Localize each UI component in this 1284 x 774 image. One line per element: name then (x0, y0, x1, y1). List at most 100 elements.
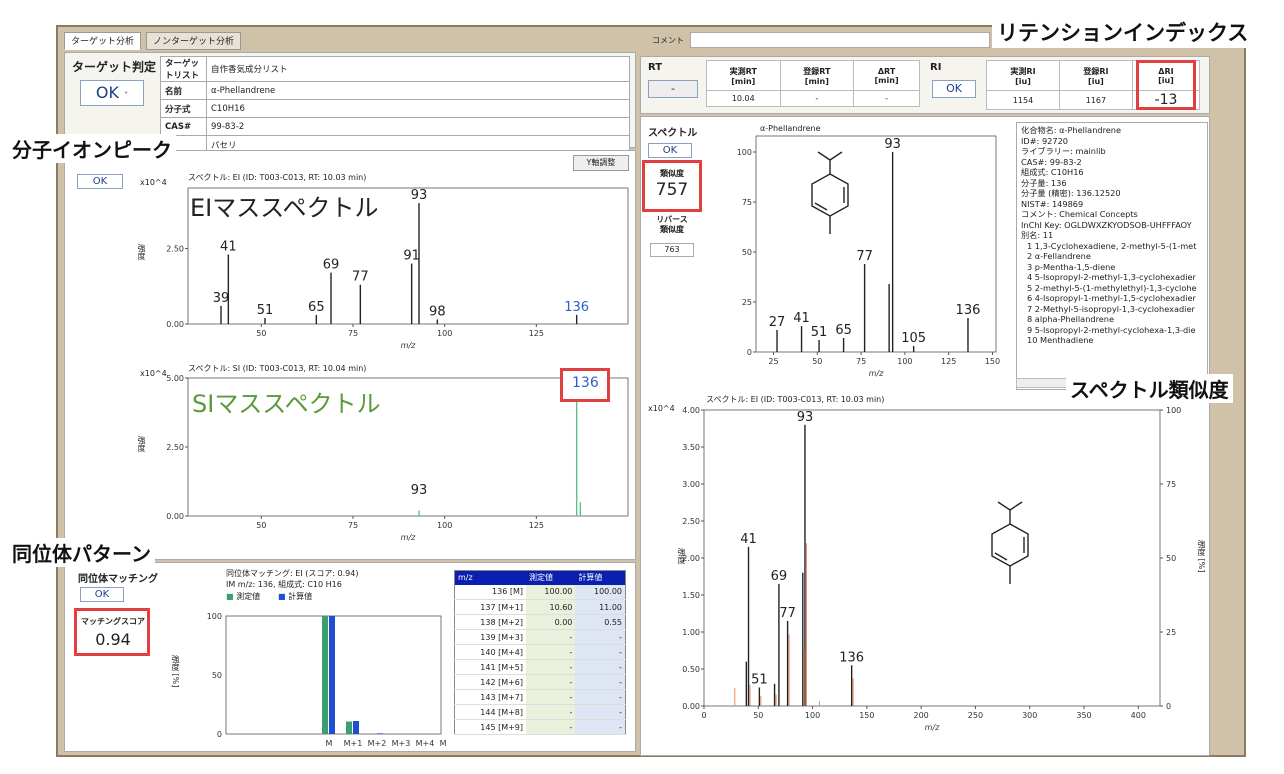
isotope-table-header: m/z 測定値 計算値 (454, 570, 626, 585)
comparison-spectrum-chart: 4.003.503.002.502.001.501.000.500.000 50 1… (682, 406, 1181, 732)
peak-label: 65 (835, 323, 852, 338)
isotope-cell: - (575, 659, 626, 675)
x-tick-label: 75 (348, 329, 358, 338)
tab-nontarget[interactable]: ノンターゲット分析 (146, 32, 242, 50)
list-item: 10 Menthadiene (1027, 335, 1094, 345)
isotope-cell: 138 [M+2] (454, 614, 527, 630)
x-tick-label: 300 (1022, 711, 1037, 720)
spectrum-ok-button[interactable]: OK (648, 143, 692, 158)
isotope-cell: - (526, 629, 576, 645)
peak-label: 93 (797, 410, 814, 425)
isotope-cell: - (575, 674, 626, 690)
list-item: ライブラリー: mainlib (1021, 146, 1106, 156)
target-judgement-select[interactable]: OK ˅ (80, 80, 144, 106)
y-tick-label: 5.00 (166, 374, 184, 383)
y2-tick-label: 25 (1166, 628, 1176, 637)
isotope-cell: - (526, 674, 576, 690)
library-info-panel[interactable]: 化合物名: α-Phellandrene ID#: 92720 ライブラリー: ma… (1016, 122, 1208, 390)
isotope-cell: 11.00 (575, 599, 626, 615)
isotope-cell: 142 [M+6] (454, 674, 527, 690)
y-tick-label: 2.50 (166, 443, 184, 452)
molecular-ion-ok-button[interactable]: OK (77, 174, 123, 189)
callout-retention-index: リテンションインデックス (992, 16, 1254, 48)
comment-input[interactable] (690, 32, 990, 48)
matching-score-label: マッチングスコア (81, 617, 145, 626)
y-tick-label: 25 (742, 298, 752, 307)
peak-label: 136 (956, 303, 981, 318)
comment-label: コメント (652, 36, 684, 45)
table-row: CAS# 99-83-2 (160, 117, 630, 136)
isotope-cell: 100.00 (526, 584, 576, 600)
isotope-ok-button[interactable]: OK (80, 587, 124, 602)
peak-label: 93 (884, 137, 901, 152)
spectrum-panel-title: スペクトル (648, 128, 698, 139)
x-tick-label: 75 (348, 521, 358, 530)
table-row: 141 [M+5] - - (454, 659, 626, 675)
x-tick-label: 150 (859, 711, 874, 720)
peak-label: 136 (564, 300, 589, 315)
list-item: 別名: 11 (1021, 230, 1054, 240)
list-item: 1 1,3-Cyclohexadiene, 2-methyl-5-(1-met (1027, 240, 1197, 251)
list-item: 9 5-Isopropyl-2-methyl-cyclohexa-1,3-die (1027, 324, 1196, 335)
isotope-cell: 0.00 (526, 614, 576, 630)
table-row: 137 [M+1] 10.60 11.00 (454, 599, 626, 615)
list-item: 2 α-Fellandrene (1027, 251, 1091, 261)
isotope-cell: 0.55 (575, 614, 626, 630)
table-row: 138 [M+2] 0.00 0.55 (454, 614, 626, 630)
plot-area (703, 409, 1161, 707)
y-tick-label: 3.00 (682, 480, 700, 489)
molecule-structure-icon-2 (991, 501, 1029, 584)
compound-info-table: ターゲットリスト 自作香気成分リスト 名前 α-Phellandrene 分子式 C1… (160, 56, 630, 154)
callout-spectrum-similarity: スペクトル類似度 (1066, 374, 1233, 403)
ei-ylabel: 強度 (137, 244, 146, 260)
y-tick-label: 0.00 (682, 702, 700, 711)
peak-label: 51 (811, 325, 828, 340)
peak-label: 65 (308, 300, 325, 315)
peak-label: 105 (901, 331, 926, 346)
y-tick-label: 2.50 (166, 244, 184, 253)
x-tick-label: M+5 (440, 739, 446, 748)
x-tick-label: 50 (812, 357, 822, 366)
y-tick-label: 1.00 (682, 628, 700, 637)
matching-score-value: 0.94 (95, 630, 131, 649)
x-tick-label: 100 (437, 329, 452, 338)
rt-button[interactable]: - (648, 80, 698, 98)
x-axis-label: m/z (869, 369, 884, 378)
y-axis-adjust-button[interactable]: Y軸調整 (573, 155, 629, 171)
ri-ok-button[interactable]: OK (932, 80, 976, 98)
peak-label: 69 (771, 569, 788, 584)
list-item: 6 4-Isopropyl-1-methyl-1,5-cyclohexadier (1027, 293, 1196, 303)
y-tick-label: 0.00 (166, 320, 184, 329)
x-tick-label: 75 (856, 357, 866, 366)
list-item: 4 5-Isopropyl-2-methyl-1,3-cyclohexadier (1027, 272, 1196, 282)
x-tick-label: 50 (256, 521, 266, 530)
y-tick-label: 0 (217, 730, 222, 739)
list-item: 組成式: C10H16 (1021, 167, 1084, 177)
cmp-ylabel-right: 強度 [%] (1197, 540, 1206, 573)
table-row: 140 [M+4] - - (454, 644, 626, 660)
tab-target[interactable]: ターゲット分析 (64, 32, 142, 50)
x-tick-label: 350 (1076, 711, 1091, 720)
peak-label: 51 (257, 303, 274, 318)
isotope-cell: - (526, 689, 576, 705)
x-tick-label: M+3 (392, 739, 411, 748)
table-row: 144 [M+8] - - (454, 704, 626, 720)
peak-label: 77 (779, 606, 796, 621)
table-row: 136 [M] 100.00 100.00 (454, 584, 626, 600)
isotope-cell: - (575, 704, 626, 720)
isotope-table: m/z 測定値 計算値 136 [M] 100.00 100.00 137 [M+1] 10… (454, 570, 626, 735)
isotope-cell: - (526, 719, 576, 735)
peak-label: 98 (429, 304, 446, 319)
peak-label: 27 (769, 315, 786, 330)
bar-calculated (329, 616, 335, 734)
x-tick-label: 100 (437, 521, 452, 530)
y-tick-label: 2.50 (682, 517, 700, 526)
isotope-cell: 144 [M+8] (454, 704, 527, 720)
x-tick-label: 0 (701, 711, 706, 720)
table-row: 143 [M+7] - - (454, 689, 626, 705)
peak-label: 39 (213, 291, 230, 306)
peak-label: 77 (352, 270, 369, 285)
x-tick-label: 150 (985, 357, 1000, 366)
table-row: 分子式 C10H16 (160, 99, 630, 118)
callout-isotope-pattern: 同位体パターン (8, 538, 155, 567)
